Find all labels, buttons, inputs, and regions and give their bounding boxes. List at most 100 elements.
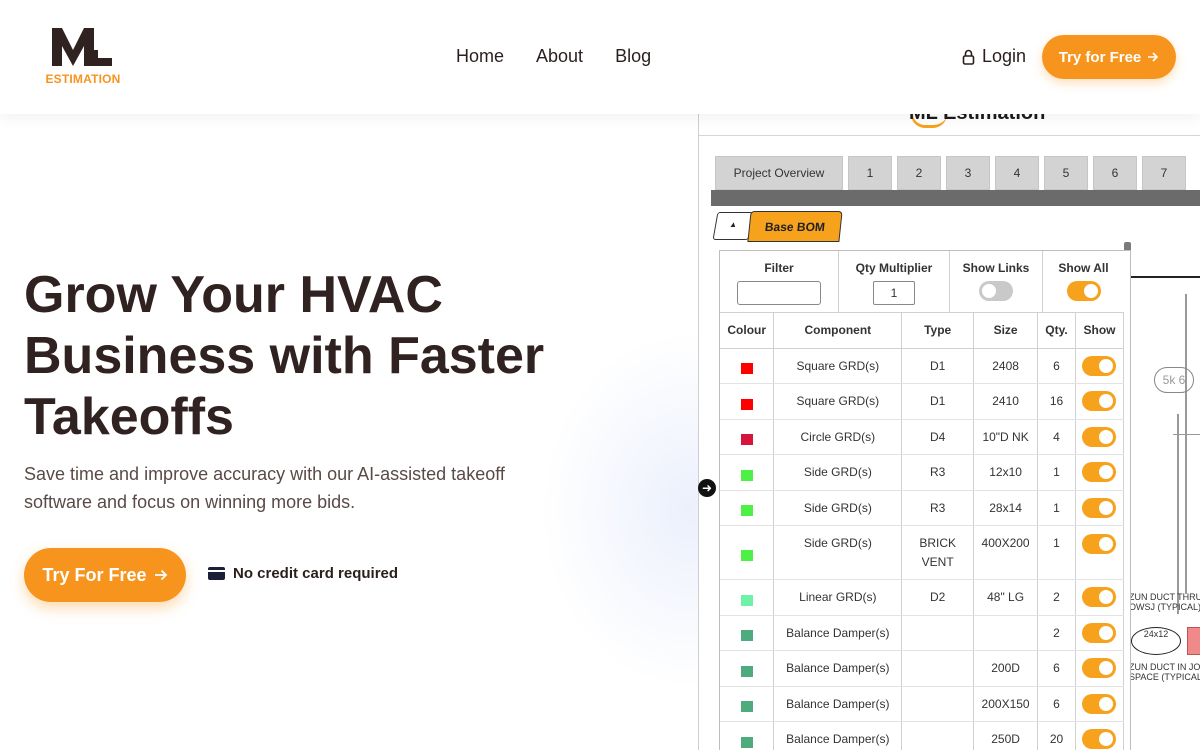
tab-2[interactable]: 2 [897,156,941,190]
drawing-note-2: ZUN DUCT IN JOI SPACE (TYPICAL) [1129,662,1200,682]
component-cell: Linear GRD(s) [773,579,903,616]
credit-card-icon [208,567,225,580]
show-cell [1075,579,1125,616]
tab-base-bom[interactable]: Base BOM [747,211,843,242]
size-cell: 200D [973,650,1039,687]
drawing-tag: 5k 6 [1154,367,1194,393]
show-row-toggle[interactable] [1082,534,1117,554]
login-link[interactable]: Login [962,46,1026,67]
column-header[interactable]: Show [1075,313,1125,349]
table-row[interactable]: Linear GRD(s) D2 48" LG 2 [720,579,1125,616]
show-row-toggle[interactable] [1082,622,1117,643]
colour-cell[interactable] [720,721,775,750]
table-row[interactable]: Square GRD(s) D1 2408 6 [720,348,1125,384]
show-row-toggle[interactable] [1082,587,1117,608]
column-header[interactable]: Type [901,313,975,349]
column-header[interactable]: Colour [720,313,775,349]
table-row[interactable]: Balance Damper(s) 250D 20 [720,721,1125,750]
qty-cell: 2 [1037,579,1076,616]
try-free-header-button[interactable]: Try for Free [1042,35,1176,79]
show-cell [1075,615,1125,651]
tab-7[interactable]: 7 [1142,156,1186,190]
table-row[interactable]: Balance Damper(s) 2 [720,615,1125,651]
table-row[interactable]: Side GRD(s) BRICK VENT 400X200 1 [720,525,1125,580]
show-row-toggle[interactable] [1082,658,1117,679]
show-row-toggle[interactable] [1082,391,1117,412]
colour-cell[interactable] [720,454,775,491]
qty-cell: 16 [1037,383,1076,420]
column-header[interactable]: Qty. [1037,313,1076,349]
size-cell: 28x14 [973,490,1039,526]
table-row[interactable]: Side GRD(s) R3 28x14 1 [720,490,1125,526]
size-cell: 2408 [973,348,1039,384]
tab-4[interactable]: 4 [995,156,1039,190]
logo-text: ESTIMATION [45,72,121,86]
show-cell [1075,348,1125,384]
tab-project-overview[interactable]: Project Overview [715,156,843,190]
show-row-toggle[interactable] [1082,497,1117,518]
show-cell [1075,490,1125,526]
try-free-hero-button[interactable]: Try For Free [24,548,186,602]
table-row[interactable]: Circle GRD(s) D4 10"D NK 4 [720,419,1125,455]
show-row-toggle[interactable] [1082,729,1117,750]
column-header[interactable]: Component [773,313,903,349]
show-cell [1075,650,1125,687]
table-row[interactable]: Square GRD(s) D1 2410 16 [720,383,1125,420]
tab-1[interactable]: 1 [848,156,892,190]
colour-cell[interactable] [720,383,775,420]
filter-input[interactable] [737,281,821,305]
component-cell: Side GRD(s) [773,454,903,491]
table-row[interactable]: Side GRD(s) R3 12x10 1 [720,454,1125,491]
type-cell: BRICK VENT [901,525,975,580]
size-cell: 12x10 [973,454,1039,491]
no-credit-card-label: No credit card required [233,565,399,582]
toolbar-strip [711,190,1200,206]
colour-cell[interactable] [720,579,775,616]
nav-blog[interactable]: Blog [615,46,651,67]
qty-cell: 6 [1037,686,1076,722]
show-all-toggle[interactable] [1066,281,1101,301]
component-cell: Square GRD(s) [773,383,903,420]
colour-swatch [740,594,753,606]
show-links-toggle[interactable] [979,281,1013,301]
tab-6[interactable]: 6 [1093,156,1137,190]
colour-cell[interactable] [720,348,775,384]
type-cell: D1 [901,383,975,420]
app-brand: ML Estimation [909,114,1045,125]
drawing-line [1177,414,1179,614]
login-label: Login [982,46,1027,66]
qty-cell: 1 [1037,454,1076,491]
show-cell [1075,525,1125,580]
tab-5[interactable]: 5 [1044,156,1088,190]
drawing-note-1: ZUN DUCT THRU OWSJ (TYPICAL) [1129,592,1200,612]
colour-cell[interactable] [720,615,775,651]
nav-about[interactable]: About [536,46,583,67]
colour-cell[interactable] [720,525,775,580]
qty-cell: 6 [1037,650,1076,687]
size-cell [973,615,1039,651]
show-row-toggle[interactable] [1082,693,1117,714]
show-all-label: Show All [1058,261,1109,275]
nav-home[interactable]: Home [456,46,504,67]
logo[interactable]: ESTIMATION [42,28,124,86]
colour-cell[interactable] [720,650,775,687]
hero-title: Grow Your HVAC Business with Faster Take… [24,266,545,446]
size-cell: 250D [973,721,1039,750]
colour-cell[interactable] [720,419,775,455]
colour-cell[interactable] [720,686,775,722]
qty-cell: 1 [1037,490,1076,526]
table-row[interactable]: Balance Damper(s) 200X150 6 [720,686,1125,722]
column-header[interactable]: Size [973,313,1039,349]
show-row-toggle[interactable] [1082,426,1117,447]
logo-mark-icon [52,28,112,66]
table-row[interactable]: Balance Damper(s) 200D 6 [720,650,1125,687]
drawing-marker [1187,627,1200,655]
qty-multiplier-input[interactable]: 1 [873,281,915,305]
arrow-circle-icon[interactable]: ➜ [698,479,716,497]
colour-cell[interactable] [720,490,775,526]
site-header: ESTIMATION Home About Blog Login Try for… [0,0,1200,114]
colour-swatch [740,469,753,481]
show-row-toggle[interactable] [1082,462,1117,483]
show-row-toggle[interactable] [1082,355,1117,376]
tab-3[interactable]: 3 [946,156,990,190]
